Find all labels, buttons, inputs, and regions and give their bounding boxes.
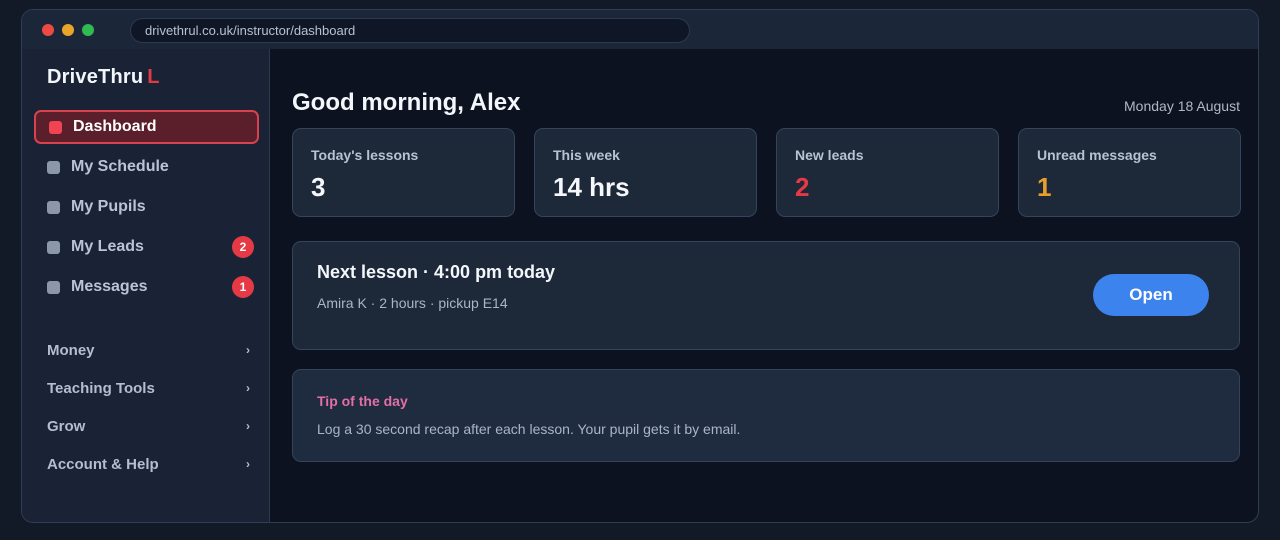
chevron-right-icon: › bbox=[246, 419, 250, 433]
main-content: Good morning, Alex Monday 18 August Toda… bbox=[271, 49, 1258, 522]
pupils-icon bbox=[47, 200, 60, 214]
browser-window: drivethrul.co.uk/instructor/dashboard Dr… bbox=[21, 9, 1259, 523]
open-lesson-button[interactable]: Open bbox=[1093, 274, 1209, 316]
sidebar-item-my-schedule[interactable]: My Schedule bbox=[34, 150, 259, 184]
next-lesson-title: Next lesson · 4:00 pm today bbox=[317, 262, 556, 282]
sidebar-group-label: Grow bbox=[47, 417, 86, 435]
logo[interactable]: DriveThru L bbox=[47, 66, 160, 89]
sidebar-item-label: Messages bbox=[71, 278, 148, 295]
tip-card: Tip of the day Log a 30 second recap aft… bbox=[292, 369, 1240, 462]
chevron-right-icon: › bbox=[246, 457, 250, 471]
sidebar-item-label: My Pupils bbox=[71, 198, 146, 215]
sidebar-group-label: Teaching Tools bbox=[47, 379, 155, 397]
stat-card-this-week[interactable]: This week 14 hrs bbox=[534, 128, 757, 217]
stat-label: Unread messages bbox=[1037, 147, 1157, 163]
tip-title: Tip of the day bbox=[317, 393, 408, 409]
leads-icon bbox=[47, 240, 60, 254]
current-date: Monday 18 August bbox=[1124, 98, 1240, 114]
sidebar: DriveThru L Dashboard My Schedule My Pupi… bbox=[22, 49, 270, 522]
minimize-window-button[interactable] bbox=[62, 24, 74, 36]
sidebar-item-label: Dashboard bbox=[73, 118, 157, 135]
next-lesson-detail: Amira K · 2 hours · pickup E14 bbox=[317, 295, 508, 311]
tip-text: Log a 30 second recap after each lesson.… bbox=[317, 421, 741, 437]
sidebar-item-my-leads[interactable]: My Leads 2 bbox=[34, 230, 259, 264]
dashboard-icon bbox=[49, 120, 62, 134]
sidebar-group-label: Money bbox=[47, 341, 95, 359]
sidebar-group-account-help[interactable]: Account & Help › bbox=[47, 454, 250, 474]
next-lesson-card: Next lesson · 4:00 pm today Amira K · 2 … bbox=[292, 241, 1240, 350]
sidebar-item-dashboard[interactable]: Dashboard bbox=[34, 110, 259, 144]
stat-label: New leads bbox=[795, 147, 864, 163]
stat-card-unread-messages[interactable]: Unread messages 1 bbox=[1018, 128, 1241, 217]
sidebar-group-label: Account & Help bbox=[47, 455, 159, 473]
stat-value: 2 bbox=[795, 172, 810, 202]
messages-icon bbox=[47, 280, 60, 294]
stat-value: 1 bbox=[1037, 172, 1052, 202]
sidebar-item-label: My Schedule bbox=[71, 158, 169, 175]
page-title: Good morning, Alex bbox=[292, 89, 521, 116]
logo-accent: L bbox=[147, 66, 160, 88]
stat-card-new-leads[interactable]: New leads 2 bbox=[776, 128, 999, 217]
sidebar-item-my-pupils[interactable]: My Pupils bbox=[34, 190, 259, 224]
schedule-icon bbox=[47, 160, 60, 174]
stat-card-todays-lessons[interactable]: Today's lessons 3 bbox=[292, 128, 515, 217]
close-window-button[interactable] bbox=[42, 24, 54, 36]
maximize-window-button[interactable] bbox=[82, 24, 94, 36]
address-bar[interactable]: drivethrul.co.uk/instructor/dashboard bbox=[130, 18, 690, 43]
stat-label: This week bbox=[553, 147, 620, 163]
stat-value: 14 hrs bbox=[553, 172, 630, 202]
chevron-right-icon: › bbox=[246, 381, 250, 395]
chevron-right-icon: › bbox=[246, 343, 250, 357]
sidebar-group-teaching-tools[interactable]: Teaching Tools › bbox=[47, 378, 250, 398]
stat-value: 3 bbox=[311, 172, 326, 202]
sidebar-item-messages[interactable]: Messages 1 bbox=[34, 270, 259, 304]
title-bar: drivethrul.co.uk/instructor/dashboard bbox=[22, 10, 1258, 49]
logo-text: DriveThru bbox=[47, 66, 144, 88]
sidebar-group-grow[interactable]: Grow › bbox=[47, 416, 250, 436]
leads-count-badge: 2 bbox=[232, 236, 254, 258]
sidebar-item-label: My Leads bbox=[71, 238, 144, 255]
stat-label: Today's lessons bbox=[311, 147, 419, 163]
sidebar-group-money[interactable]: Money › bbox=[47, 340, 250, 360]
messages-count-badge: 1 bbox=[232, 276, 254, 298]
